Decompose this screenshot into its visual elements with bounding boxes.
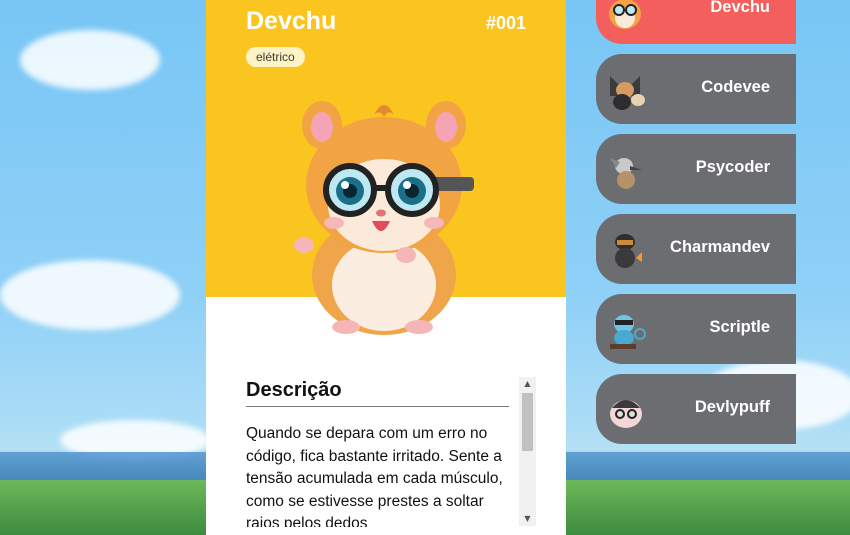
scroll-down-arrow-icon[interactable]: ▼	[519, 512, 536, 526]
character-number: #001	[485, 13, 526, 33]
description-scrollbar[interactable]: ▲ ▼	[519, 377, 536, 526]
description-title: Descrição	[246, 379, 509, 407]
charmandev-avatar-icon	[615, 234, 642, 268]
list-item-codevee[interactable]: Codevee	[596, 54, 796, 124]
character-name: Devchu	[246, 7, 337, 35]
list-item-scriptle[interactable]: Scriptle	[596, 294, 796, 364]
devchu-avatar-icon	[609, 0, 641, 29]
detail-card: Devchu #001 elétrico Descrição Quando se…	[206, 0, 566, 535]
description-text: Quando se depara com um erro no código, …	[246, 425, 503, 527]
codevee-avatar-icon	[610, 76, 645, 110]
list-item-label: Psycoder	[695, 158, 770, 176]
devlypuff-avatar-icon	[610, 400, 642, 428]
list-item-label: Devlypuff	[694, 398, 770, 416]
list-item-label: Charmandev	[670, 238, 770, 256]
cloud	[0, 260, 180, 330]
hamster-illustration	[294, 101, 474, 335]
psycoder-avatar-icon	[610, 158, 642, 189]
list-item-charmandev[interactable]: Charmandev	[596, 214, 796, 284]
background-scene: Devchu #001 elétrico Descrição Quando se…	[0, 0, 850, 535]
scriptle-avatar-icon	[610, 315, 646, 349]
scroll-up-arrow-icon[interactable]: ▲	[519, 377, 536, 391]
cloud	[20, 30, 160, 90]
list-item-devchu[interactable]: Devchu	[596, 0, 796, 44]
list-item-label: Devchu	[710, 0, 770, 16]
list-item-label: Scriptle	[709, 318, 770, 336]
type-badge: elétrico	[246, 47, 305, 67]
list-item-psycoder[interactable]: Psycoder	[596, 134, 796, 204]
list-item-label: Codevee	[701, 78, 770, 96]
list-item-devlypuff[interactable]: Devlypuff	[596, 374, 796, 444]
description-box[interactable]: Descrição Quando se depara com um erro n…	[246, 377, 536, 527]
scrollbar-thumb[interactable]	[522, 393, 533, 451]
character-list: Devchu Codevee Psycoder Charmandev Scrip…	[596, 0, 796, 454]
